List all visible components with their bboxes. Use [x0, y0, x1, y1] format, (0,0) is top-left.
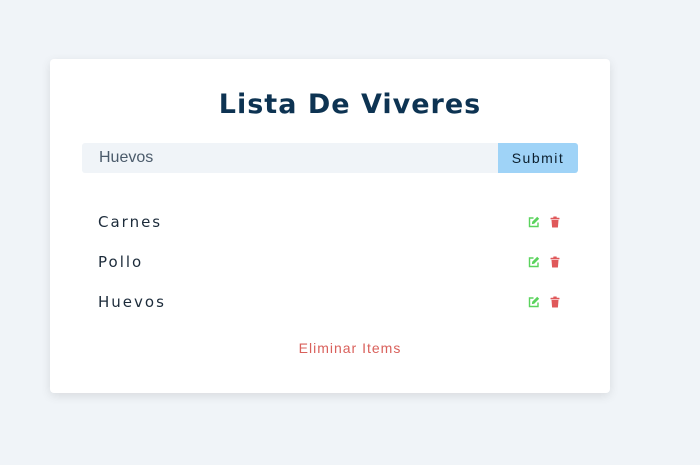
- edit-icon[interactable]: [528, 216, 540, 228]
- page-title: Lista De Viveres: [218, 89, 482, 120]
- list-item: Huevos: [82, 282, 578, 322]
- list-item: Pollo: [82, 242, 578, 282]
- edit-icon[interactable]: [528, 256, 540, 268]
- trash-icon[interactable]: [549, 296, 561, 308]
- item-name: Huevos: [98, 293, 166, 311]
- list-item: Carnes: [82, 202, 578, 242]
- clear-items-button[interactable]: Eliminar Items: [299, 340, 402, 356]
- trash-icon[interactable]: [549, 256, 561, 268]
- submit-button[interactable]: Submit: [498, 143, 578, 173]
- item-input[interactable]: [82, 143, 498, 173]
- trash-icon[interactable]: [549, 216, 561, 228]
- item-name: Pollo: [98, 253, 144, 271]
- item-list: Carnes Pollo Huevos: [82, 202, 578, 322]
- clear-items-button-wrap: Eliminar Items: [0, 340, 700, 356]
- item-actions: [528, 216, 561, 228]
- item-actions: [528, 256, 561, 268]
- item-name: Carnes: [98, 213, 163, 231]
- add-item-form: Submit: [82, 143, 578, 173]
- edit-icon[interactable]: [528, 296, 540, 308]
- item-actions: [528, 296, 561, 308]
